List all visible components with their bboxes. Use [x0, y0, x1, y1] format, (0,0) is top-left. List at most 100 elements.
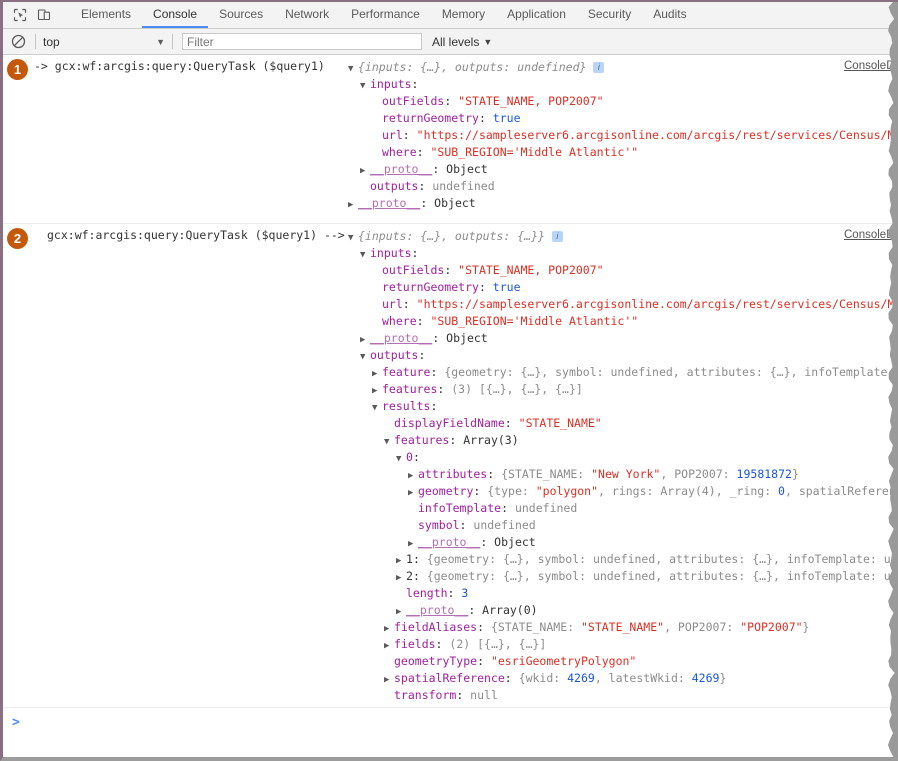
collapsed-triangle-icon[interactable]: ▶ — [372, 383, 382, 398]
collapsed-triangle-icon[interactable]: ▶ — [396, 570, 406, 585]
tree-spacer-icon — [372, 146, 382, 161]
tree-spacer-icon — [372, 264, 382, 279]
object-tree-row[interactable]: url: "https://sampleserver6.arcgisonline… — [348, 296, 898, 313]
object-tree-row[interactable]: returnGeometry: true — [348, 279, 898, 296]
tab-sources[interactable]: Sources — [208, 2, 274, 28]
object-tree-2[interactable]: ▼{inputs: {…}, outputs: {…}} i▼inputs: o… — [348, 228, 898, 736]
object-tree-row[interactable]: ▶geometry: {type: "polygon", rings: Arra… — [348, 483, 898, 500]
log-level-select[interactable]: All levels ▼ — [432, 35, 492, 49]
object-tree-row[interactable]: returnGeometry: true — [348, 110, 898, 127]
console-prompt-row[interactable]: > — [3, 707, 898, 736]
object-tree-row[interactable]: outFields: "STATE_NAME, POP2007" — [348, 262, 898, 279]
tree-spacer-icon — [372, 95, 382, 110]
object-tree-row[interactable]: outFields: "STATE_NAME, POP2007" — [348, 93, 898, 110]
object-tree-row[interactable]: url: "https://sampleserver6.arcgisonline… — [348, 127, 898, 144]
object-tree-row[interactable]: ▼{inputs: {…}, outputs: undefined} i — [348, 59, 898, 76]
collapsed-triangle-icon[interactable]: ▶ — [396, 553, 406, 568]
collapsed-triangle-icon[interactable]: ▶ — [384, 638, 394, 653]
inspect-cursor-icon[interactable] — [9, 4, 31, 26]
object-tree-row[interactable]: geometryType: "esriGeometryPolygon" — [348, 653, 898, 670]
object-tree-row[interactable]: ▶features: (3) [{…}, {…}, {…}] — [348, 381, 898, 398]
tab-network[interactable]: Network — [274, 2, 340, 28]
message-count-badge: 2 — [7, 228, 28, 249]
object-tree-row[interactable]: ▶spatialReference: {wkid: 4269, latestWk… — [348, 670, 898, 687]
expanded-triangle-icon[interactable]: ▼ — [360, 247, 370, 262]
message-source-link[interactable]: ConsoleDebu — [844, 229, 898, 241]
tab-label: Console — [153, 7, 197, 21]
collapsed-triangle-icon[interactable]: ▶ — [360, 163, 370, 178]
tab-label: Memory — [442, 7, 485, 21]
object-tree-row[interactable]: outputs: undefined — [348, 178, 898, 195]
expanded-triangle-icon[interactable]: ▼ — [360, 349, 370, 364]
object-tree-row[interactable]: ▼{inputs: {…}, outputs: {…}} i — [348, 228, 898, 245]
device-toolbar-icon[interactable] — [33, 4, 55, 26]
object-tree-1[interactable]: ▼{inputs: {…}, outputs: undefined} i▼inp… — [348, 59, 898, 212]
expanded-triangle-icon[interactable]: ▼ — [384, 434, 394, 449]
expanded-triangle-icon[interactable]: ▼ — [372, 400, 382, 415]
log-level-label: All levels — [432, 35, 479, 49]
expanded-triangle-icon[interactable]: ▼ — [396, 451, 406, 466]
tab-console[interactable]: Console — [142, 2, 208, 28]
object-tree-row[interactable]: ▼inputs: — [348, 76, 898, 93]
collapsed-triangle-icon[interactable]: ▶ — [360, 332, 370, 347]
object-tree-row[interactable]: ▼results: — [348, 398, 898, 415]
object-tree-row[interactable]: transform: null — [348, 687, 898, 704]
object-tree-row[interactable]: ▶__proto__: Object — [348, 195, 898, 212]
console-message-list[interactable]: 1 -> gcx:wf:arcgis:query:QueryTask ($que… — [3, 55, 898, 736]
collapsed-triangle-icon[interactable]: ▶ — [408, 485, 418, 500]
tab-application[interactable]: Application — [496, 2, 577, 28]
object-tree-row[interactable]: ▶fields: (2) [{…}, {…}] — [348, 636, 898, 653]
object-tree-row[interactable]: ▶fieldAliases: {STATE_NAME: "STATE_NAME"… — [348, 619, 898, 636]
expanded-triangle-icon[interactable]: ▼ — [348, 61, 358, 76]
object-tree-row[interactable]: length: 3 — [348, 585, 898, 602]
tab-audits[interactable]: Audits — [642, 2, 697, 28]
message-count-badge: 1 — [7, 59, 28, 80]
object-tree-row[interactable]: ▼inputs: — [348, 245, 898, 262]
object-tree-row[interactable]: infoTemplate: undefined — [348, 500, 898, 517]
tab-label: Network — [285, 7, 329, 21]
object-tree-row[interactable]: ▶__proto__: Object — [348, 330, 898, 347]
object-tree-row[interactable]: symbol: undefined — [348, 517, 898, 534]
tab-memory[interactable]: Memory — [431, 2, 496, 28]
object-tree-row[interactable]: where: "SUB_REGION='Middle Atlantic'" — [348, 144, 898, 161]
console-message-1[interactable]: 1 -> gcx:wf:arcgis:query:QueryTask ($que… — [3, 55, 898, 224]
object-tree-row[interactable]: ▶attributes: {STATE_NAME: "New York", PO… — [348, 466, 898, 483]
tab-performance[interactable]: Performance — [340, 2, 431, 28]
console-filter-bar: top ▼ Filter All levels ▼ — [3, 29, 898, 55]
expanded-triangle-icon[interactable]: ▼ — [360, 78, 370, 93]
object-tree-row[interactable]: ▶2: {geometry: {…}, symbol: undefined, a… — [348, 568, 898, 585]
collapsed-triangle-icon[interactable]: ▶ — [408, 468, 418, 483]
collapsed-triangle-icon[interactable]: ▶ — [348, 197, 358, 212]
console-message-2[interactable]: 2 gcx:wf:arcgis:query:QueryTask ($query1… — [3, 224, 898, 736]
tab-security[interactable]: Security — [577, 2, 642, 28]
execution-context-select[interactable]: top ▼ — [43, 35, 169, 49]
tab-label: Application — [507, 7, 566, 21]
object-tree-row[interactable]: ▼outputs: — [348, 347, 898, 364]
object-tree-row[interactable]: ▼0: — [348, 449, 898, 466]
collapsed-triangle-icon[interactable]: ▶ — [396, 604, 406, 619]
object-tree-row[interactable]: ▶1: {geometry: {…}, symbol: undefined, a… — [348, 551, 898, 568]
collapsed-triangle-icon[interactable]: ▶ — [372, 366, 382, 381]
tab-label: Performance — [351, 7, 420, 21]
object-tree-row[interactable]: displayFieldName: "STATE_NAME" — [348, 415, 898, 432]
filterbar-divider-2 — [172, 34, 173, 49]
collapsed-triangle-icon[interactable]: ▶ — [408, 536, 418, 551]
tab-elements[interactable]: Elements — [70, 2, 142, 28]
object-tree-row[interactable]: ▶feature: {geometry: {…}, symbol: undefi… — [348, 364, 898, 381]
tree-spacer-icon — [372, 129, 382, 144]
message-source-link[interactable]: ConsoleDebu — [844, 60, 898, 72]
object-tree-row[interactable]: ▼features: Array(3) — [348, 432, 898, 449]
expanded-triangle-icon[interactable]: ▼ — [348, 230, 358, 245]
object-tree-row[interactable]: ▶__proto__: Object — [348, 534, 898, 551]
clear-console-icon[interactable] — [9, 32, 28, 51]
object-tree-row[interactable]: ▶__proto__: Array(0) — [348, 602, 898, 619]
panel-tabs: Elements Console Sources Network Perform… — [70, 2, 698, 28]
tabbar-icon-group — [3, 2, 70, 28]
tab-label: Sources — [219, 7, 263, 21]
collapsed-triangle-icon[interactable]: ▶ — [384, 621, 394, 636]
collapsed-triangle-icon[interactable]: ▶ — [384, 672, 394, 687]
object-tree-row[interactable]: ▶__proto__: Object — [348, 161, 898, 178]
filter-input[interactable]: Filter — [182, 33, 422, 50]
object-tree-row[interactable]: where: "SUB_REGION='Middle Atlantic'" — [348, 313, 898, 330]
tree-spacer-icon — [360, 180, 370, 195]
